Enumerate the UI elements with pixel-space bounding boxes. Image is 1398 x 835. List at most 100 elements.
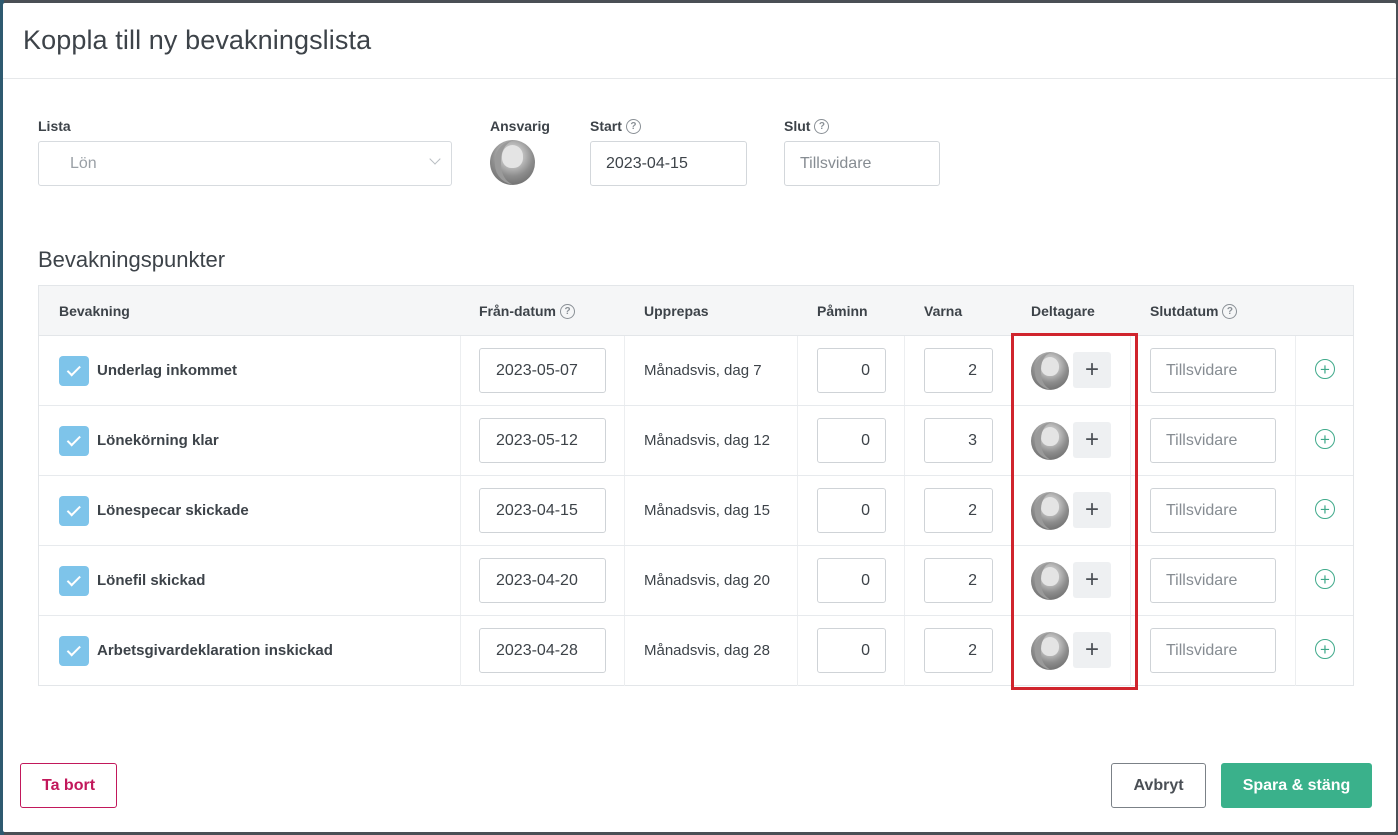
remind-input[interactable]: 0 (817, 628, 886, 673)
row-checkbox[interactable] (59, 426, 89, 456)
column-divider (624, 616, 625, 686)
question-circle-icon[interactable]: ? (814, 118, 830, 134)
question-circle-icon[interactable]: ? (1222, 303, 1238, 319)
monitoring-name: Underlag inkommet (97, 362, 238, 379)
col-end-date: Slutdatum ? (1150, 303, 1238, 319)
modal-title: Koppla till ny bevakningslista (23, 25, 372, 55)
responsible-avatar[interactable] (490, 140, 535, 185)
column-divider (904, 406, 905, 475)
from-date-input[interactable]: 2023-04-15 (479, 488, 606, 533)
plus-circle-icon[interactable]: + (1315, 499, 1335, 519)
row-checkbox[interactable] (59, 566, 89, 596)
plus-circle-icon[interactable]: + (1315, 359, 1335, 379)
col-monitoring: Bevakning (59, 303, 130, 319)
list-field: Lista Lön (38, 118, 452, 186)
end-date-input[interactable]: Tillsvidare (1150, 628, 1276, 673)
column-divider (1295, 336, 1296, 405)
col-warn: Varna (924, 303, 963, 319)
column-divider (797, 616, 798, 686)
checkmark-icon (66, 641, 81, 656)
delete-button[interactable]: Ta bort (20, 763, 117, 808)
repeat-value[interactable]: Månadsvis, dag 20 (644, 572, 770, 589)
monitoring-name: Arbetsgivardeklaration inskickad (97, 642, 333, 659)
column-divider (460, 406, 461, 475)
end-label: Slut ? (784, 118, 940, 134)
column-divider (624, 546, 625, 615)
warn-input[interactable]: 2 (924, 348, 993, 393)
column-divider (1295, 546, 1296, 615)
monitoring-name: Lönespecar skickade (97, 502, 249, 519)
list-label: Lista (38, 118, 71, 134)
section-title: Bevakningspunkter (38, 247, 226, 272)
end-date-input[interactable]: Tillsvidare (1150, 558, 1276, 603)
column-divider (904, 476, 905, 545)
column-divider (1295, 616, 1296, 686)
checkmark-icon (66, 501, 81, 516)
end-date-input[interactable]: Tillsvidare (1150, 418, 1276, 463)
column-divider (460, 476, 461, 545)
column-divider (624, 476, 625, 545)
cancel-button[interactable]: Avbryt (1111, 763, 1206, 808)
repeat-value[interactable]: Månadsvis, dag 12 (644, 432, 770, 449)
col-from-date: Från-datum ? (479, 303, 575, 319)
column-divider (797, 406, 798, 475)
watchlist-form: Lista Lön Ansvarig Start ? 2023-04-15 Sl… (38, 118, 1398, 198)
end-date-input[interactable]: Tillsvidare (1150, 348, 1276, 393)
row-checkbox[interactable] (59, 356, 89, 386)
column-divider (797, 476, 798, 545)
row-checkbox[interactable] (59, 496, 89, 526)
row-checkbox[interactable] (59, 636, 89, 666)
checkmark-icon (66, 361, 81, 376)
column-divider (904, 336, 905, 405)
repeat-value[interactable]: Månadsvis, dag 15 (644, 502, 770, 519)
question-circle-icon[interactable]: ? (560, 303, 575, 319)
monitoring-table: Bevakning Från-datum ? Upprepas Påminn V… (38, 285, 1354, 686)
plus-circle-icon[interactable]: + (1315, 429, 1335, 449)
remind-input[interactable]: 0 (817, 558, 886, 603)
from-date-input[interactable]: 2023-05-12 (479, 418, 606, 463)
col-repeat: Upprepas (644, 303, 709, 319)
start-field: Start ? 2023-04-15 (590, 118, 747, 186)
table-row: Underlag inkommet 2023-05-07 Månadsvis, … (39, 336, 1353, 406)
warn-input[interactable]: 3 (924, 418, 993, 463)
column-divider (460, 546, 461, 615)
from-date-input[interactable]: 2023-04-20 (479, 558, 606, 603)
end-date-input[interactable]: Tillsvidare (784, 141, 940, 186)
checkmark-icon (66, 571, 81, 586)
responsible-label: Ansvarig (490, 118, 550, 134)
question-circle-icon[interactable]: ? (625, 118, 641, 134)
checkmark-icon (66, 431, 81, 446)
table-row: Lönekörning klar 2023-05-12 Månadsvis, d… (39, 406, 1353, 476)
column-divider (460, 336, 461, 405)
monitoring-name: Lönefil skickad (97, 572, 206, 589)
save-close-button[interactable]: Spara & stäng (1221, 763, 1372, 808)
repeat-value[interactable]: Månadsvis, dag 7 (644, 362, 762, 379)
monitoring-name: Lönekörning klar (97, 432, 219, 449)
table-row: Lönefil skickad 2023-04-20 Månadsvis, da… (39, 546, 1353, 616)
list-select[interactable]: Lön (38, 141, 452, 186)
remind-input[interactable]: 0 (817, 488, 886, 533)
table-header: Bevakning Från-datum ? Upprepas Påminn V… (39, 286, 1353, 336)
plus-circle-icon[interactable]: + (1315, 639, 1335, 659)
column-divider (1295, 406, 1296, 475)
column-divider (797, 336, 798, 405)
end-date-input[interactable]: Tillsvidare (1150, 488, 1276, 533)
warn-input[interactable]: 2 (924, 488, 993, 533)
from-date-input[interactable]: 2023-05-07 (479, 348, 606, 393)
column-divider (460, 616, 461, 686)
participants-highlight (1011, 333, 1138, 690)
plus-circle-icon[interactable]: + (1315, 569, 1335, 589)
remind-input[interactable]: 0 (817, 348, 886, 393)
column-divider (904, 616, 905, 686)
col-remind: Påminn (817, 303, 868, 319)
repeat-value[interactable]: Månadsvis, dag 28 (644, 642, 770, 659)
column-divider (1295, 476, 1296, 545)
start-date-input[interactable]: 2023-04-15 (590, 141, 747, 186)
start-label: Start ? (590, 118, 747, 134)
table-row: Lönespecar skickade 2023-04-15 Månadsvis… (39, 476, 1353, 546)
modal-header: Koppla till ny bevakningslista (3, 3, 1396, 79)
remind-input[interactable]: 0 (817, 418, 886, 463)
warn-input[interactable]: 2 (924, 628, 993, 673)
from-date-input[interactable]: 2023-04-28 (479, 628, 606, 673)
warn-input[interactable]: 2 (924, 558, 993, 603)
